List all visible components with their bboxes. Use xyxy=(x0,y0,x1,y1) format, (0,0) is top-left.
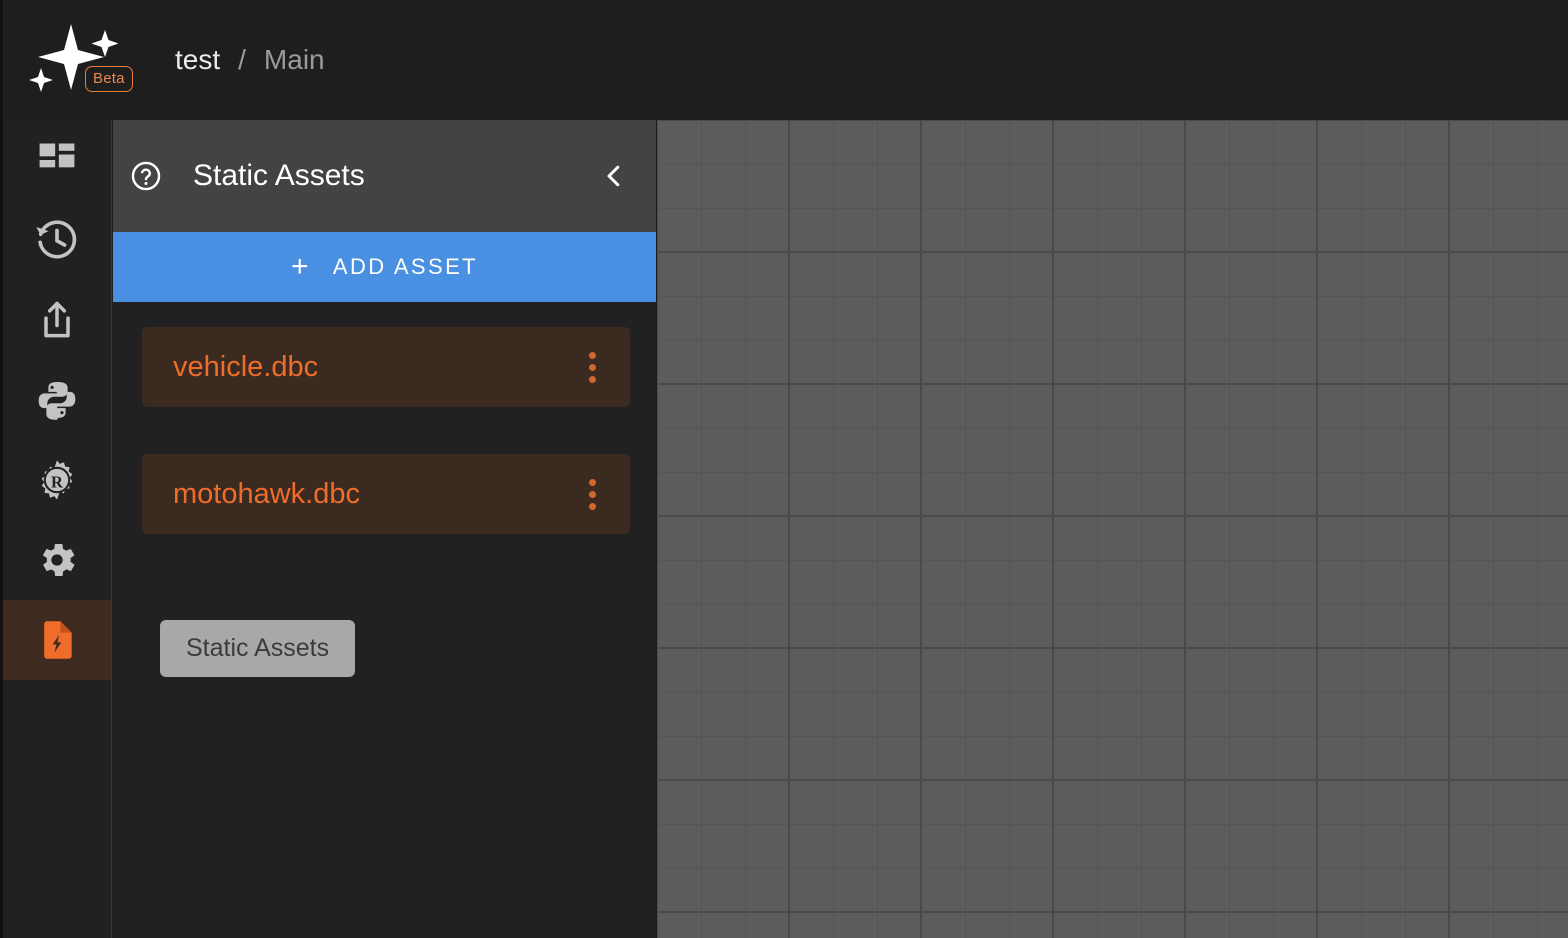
top-bar: Beta test / Main xyxy=(3,0,1568,120)
asset-menu-button[interactable] xyxy=(572,342,612,392)
sidebar-item-static-assets[interactable] xyxy=(3,600,111,680)
sidebar-item-rust[interactable]: R xyxy=(3,440,111,520)
share-export-icon xyxy=(44,301,70,338)
app-root: Beta test / Main R Static Assets + ADD A… xyxy=(0,0,1568,938)
breadcrumb: test / Main xyxy=(175,44,325,76)
panel-title: Static Assets xyxy=(193,159,365,192)
add-asset-button[interactable]: + ADD ASSET xyxy=(113,232,656,302)
panel-collapse-button[interactable] xyxy=(594,156,634,196)
plus-icon: + xyxy=(290,250,311,283)
grid-canvas[interactable] xyxy=(657,120,1568,938)
breadcrumb-branch[interactable]: Main xyxy=(264,44,325,76)
history-clock-icon xyxy=(36,220,77,259)
breadcrumb-separator: / xyxy=(238,44,246,75)
sidebar-item-dashboard[interactable] xyxy=(3,120,111,200)
add-asset-label: ADD ASSET xyxy=(332,254,478,279)
sidebar-item-settings[interactable] xyxy=(3,520,111,600)
more-vertical-icon-dot xyxy=(588,478,596,486)
chevron-left-icon xyxy=(607,165,620,187)
asset-name: motohawk.dbc xyxy=(173,477,360,510)
sidebar-item-python[interactable] xyxy=(3,360,111,440)
asset-menu-button[interactable] xyxy=(572,469,612,519)
panel-header: Static Assets xyxy=(113,120,656,232)
asset-list: vehicle.dbc motohawk.dbc Static Assets xyxy=(113,302,656,677)
breadcrumb-project[interactable]: test xyxy=(175,44,220,76)
asset-file-icon xyxy=(44,621,72,659)
static-assets-tooltip: Static Assets xyxy=(160,620,356,677)
more-vertical-icon-dot xyxy=(588,502,596,510)
help-circle-icon[interactable] xyxy=(129,159,163,193)
sidebar-item-export[interactable] xyxy=(3,280,111,360)
asset-name: vehicle.dbc xyxy=(173,350,319,383)
grid-dashboard-icon xyxy=(39,143,75,168)
sidebar-rail: R xyxy=(3,120,112,938)
sidebar-item-history[interactable] xyxy=(3,200,111,280)
asset-list-item[interactable]: vehicle.dbc xyxy=(142,327,630,407)
static-assets-panel: Static Assets + ADD ASSET vehicle.dbc mo… xyxy=(113,120,656,938)
more-vertical-icon-dot xyxy=(588,375,596,383)
beta-badge: Beta xyxy=(85,66,133,92)
asset-list-item[interactable]: motohawk.dbc xyxy=(142,454,630,534)
svg-text:R: R xyxy=(51,473,64,492)
rust-logo-icon: R xyxy=(41,460,73,500)
more-vertical-icon-dot xyxy=(588,490,596,498)
gear-icon xyxy=(42,544,75,576)
more-vertical-icon-dot xyxy=(588,363,596,371)
app-logo[interactable]: Beta xyxy=(3,0,143,120)
python-logo-icon xyxy=(38,382,76,420)
more-vertical-icon-dot xyxy=(588,351,596,359)
